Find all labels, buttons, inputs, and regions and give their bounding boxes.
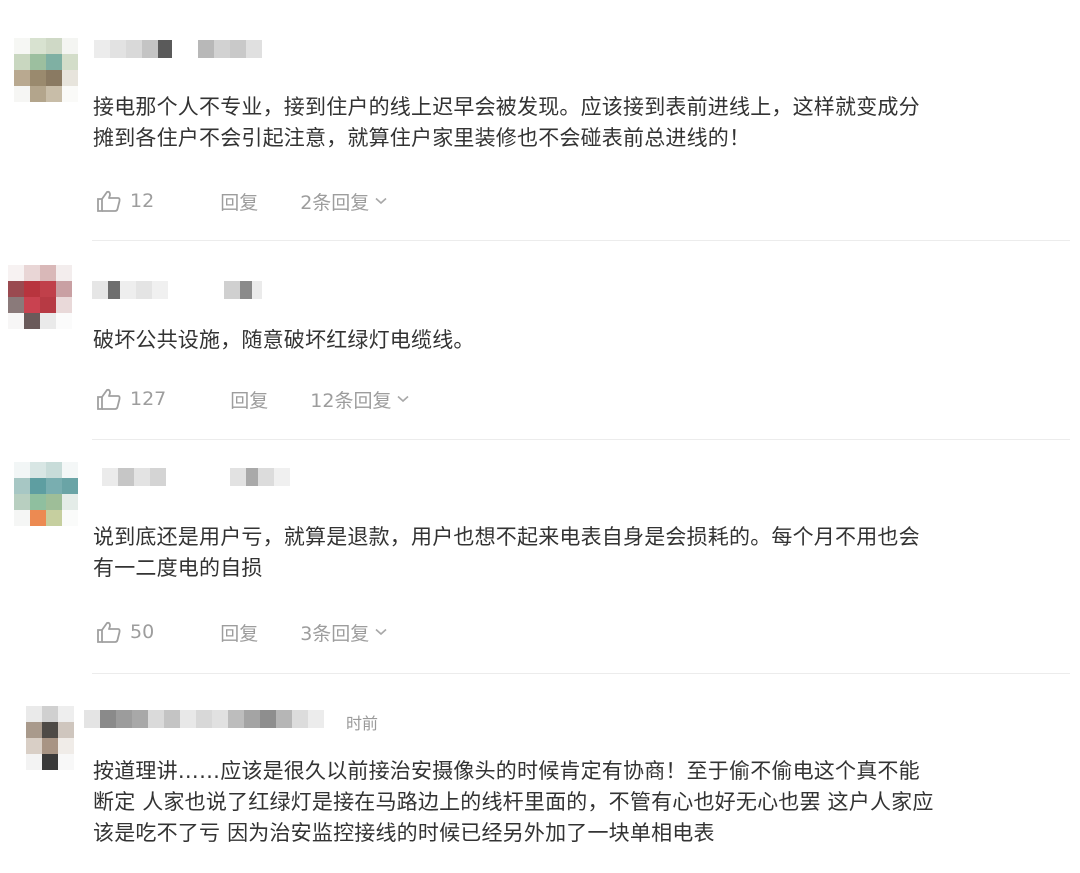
comment-item: 接电那个人不专业，接到住户的线上迟早会被发现。应该接到表前进线上，这样就变成分 … [0,0,1080,240]
thumbs-up-icon [97,621,121,643]
comment-item: 说到底还是用户亏，就算是退款，用户也想不起来电表自身是会损耗的。每个月不用也会 … [0,440,1080,673]
replies-count-label: 3条回复 [300,622,370,645]
reply-button[interactable]: 回复 [220,188,258,215]
comment-text: 按道理讲……应该是很久以前接治安摄像头的时候肯定有协商！至于偷不偷电这个真不能 … [93,759,934,845]
comment-item: 时前 按道理讲……应该是很久以前接治安摄像头的时候肯定有协商！至于偷不偷电这个真… [0,674,1080,873]
like-count: 50 [130,621,155,643]
comment-text: 破坏公共设施，随意破坏红绿灯电缆线。 [93,328,475,352]
avatar[interactable] [14,38,78,102]
reply-button[interactable]: 回复 [220,619,258,646]
comment-item: 破坏公共设施，随意破坏红绿灯电缆线。 127 回复 12条回复 [0,241,1080,439]
avatar[interactable] [26,706,74,770]
view-replies-button[interactable]: 12条回复 [310,386,410,413]
comment-actions: 50 回复 3条回复 [96,617,387,647]
comment-actions: 12 回复 2条回复 [96,186,387,216]
username[interactable] [94,40,262,58]
comment-text: 接电那个人不专业，接到住户的线上迟早会被发现。应该接到表前进线上，这样就变成分 … [93,95,920,150]
username[interactable] [102,468,290,486]
thumbs-up-icon [97,388,121,410]
avatar[interactable] [14,462,78,526]
like-button[interactable]: 50 [96,620,154,644]
avatar[interactable] [8,265,72,329]
view-replies-button[interactable]: 2条回复 [300,188,387,215]
like-button[interactable]: 12 [96,189,154,213]
chevron-down-icon [375,197,387,205]
replies-count-label: 12条回复 [310,389,392,412]
username[interactable] [92,281,262,299]
comment-actions: 127 回复 12条回复 [96,384,410,414]
like-count: 12 [130,190,155,212]
replies-count-label: 2条回复 [300,191,370,214]
thumbs-up-icon [97,190,121,212]
chevron-down-icon [375,628,387,636]
like-count: 127 [130,388,167,410]
chevron-down-icon [397,395,410,403]
comment-time: 时前 [346,714,379,733]
view-replies-button[interactable]: 3条回复 [300,619,387,646]
username[interactable] [84,710,324,728]
like-button[interactable]: 127 [96,387,166,411]
reply-button[interactable]: 回复 [230,386,268,413]
comment-text: 说到底还是用户亏，就算是退款，用户也想不起来电表自身是会损耗的。每个月不用也会 … [93,525,920,580]
